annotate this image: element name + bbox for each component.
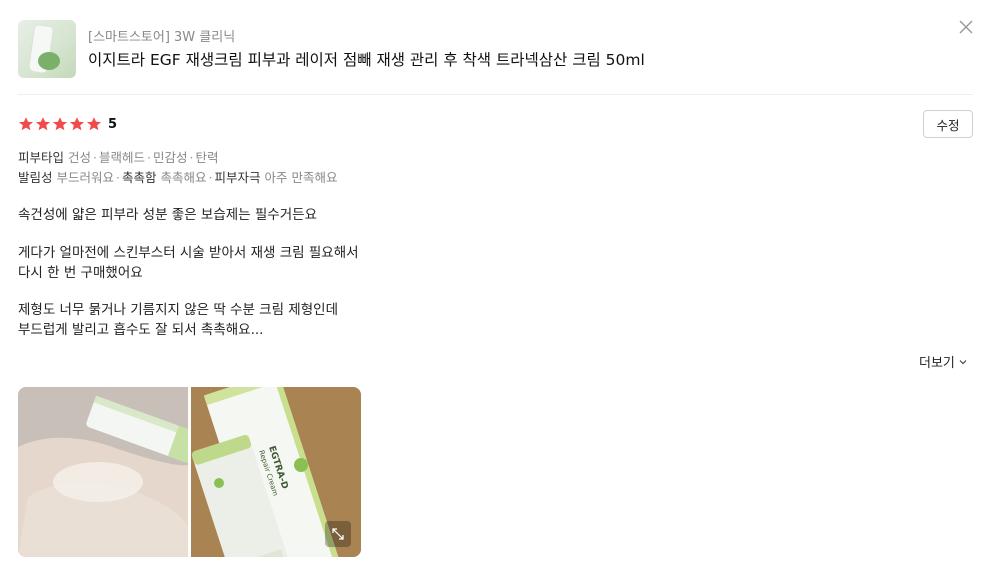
hand-cream-photo bbox=[18, 387, 188, 557]
review-text-line: 다시 한 번 구매했어요 bbox=[18, 265, 143, 281]
review-text-line: 부드럽게 발리고 흡수도 잘 되서 촉촉해요... bbox=[18, 322, 264, 338]
product-thumbnail[interactable] bbox=[18, 20, 76, 78]
review-text-line: 속건성에 얇은 피부라 성분 좋은 보습제는 필수거든요 bbox=[18, 207, 317, 223]
more-button[interactable]: 더보기 bbox=[919, 352, 968, 371]
attr-value: 탄력 bbox=[195, 150, 219, 165]
more-label: 더보기 bbox=[919, 356, 955, 371]
separator-dot: · bbox=[189, 150, 194, 165]
rating: 5 bbox=[18, 114, 117, 134]
attr-value: 촉촉해요 bbox=[160, 170, 207, 185]
skin-type-line: 피부타입 건성 · 블랙헤드 · 민감성 · 탄력 bbox=[18, 147, 219, 166]
star-icon bbox=[52, 117, 68, 131]
product-title[interactable]: 이지트라 EGF 재생크림 피부과 레이저 점빼 재생 관리 후 착색 트라넥삼… bbox=[88, 48, 645, 70]
review-text-line: 게다가 얼마전에 스킨부스터 시술 받아서 재생 크림 필요해서 bbox=[18, 245, 359, 261]
star-rating bbox=[18, 116, 102, 132]
attr-key: 피부자극 bbox=[214, 170, 261, 185]
separator-dot: · bbox=[147, 150, 151, 165]
evaluation-line: 발림성 부드러워요 · 촉촉함 촉촉해요 · 피부자극 아주 만족해요 bbox=[18, 167, 337, 186]
attr-value: 부드러워요 bbox=[56, 170, 115, 185]
attr-value: 건성 bbox=[68, 150, 92, 165]
store-name[interactable]: [스마트스토어] 3W 클리닉 bbox=[88, 26, 235, 45]
leaf-shape bbox=[38, 52, 60, 70]
review-text-line: 제형도 너무 묽거나 기름지지 않은 딱 수분 크림 제형인데 bbox=[18, 302, 338, 318]
star-icon bbox=[69, 117, 85, 131]
attr-value: 블랙헤드 bbox=[99, 150, 146, 165]
attr-value: 민감성 bbox=[153, 150, 188, 165]
product-header: [스마트스토어] 3W 클리닉 이지트라 EGF 재생크림 피부과 레이저 점빼… bbox=[18, 20, 973, 95]
attr-value: 아주 만족해요 bbox=[264, 170, 338, 185]
star-icon bbox=[18, 117, 34, 131]
review-photo-1[interactable] bbox=[18, 387, 188, 557]
attr-key: 발림성 bbox=[18, 170, 53, 185]
attr-key: 피부타입 bbox=[18, 150, 65, 165]
chevron-down-icon bbox=[959, 359, 967, 364]
expand-icon[interactable] bbox=[325, 521, 351, 547]
rating-score: 5 bbox=[108, 116, 118, 132]
attr-key: 촉촉함 bbox=[122, 170, 157, 185]
separator-dot: · bbox=[116, 170, 120, 185]
star-icon bbox=[86, 117, 102, 131]
edit-button[interactable]: 수정 bbox=[923, 110, 973, 138]
separator-dot: · bbox=[208, 170, 213, 185]
separator-dot: · bbox=[93, 150, 97, 165]
close-icon[interactable] bbox=[957, 18, 975, 36]
star-icon bbox=[35, 117, 51, 131]
